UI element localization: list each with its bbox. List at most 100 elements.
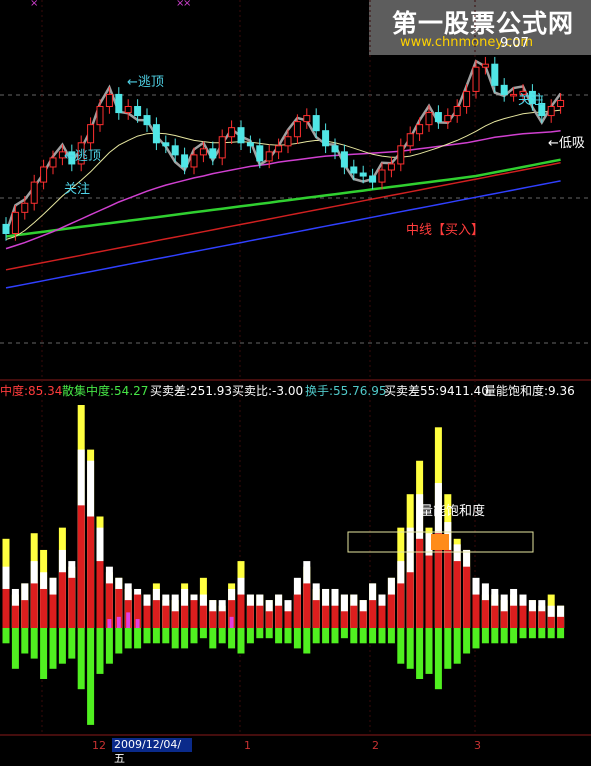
candle-body [171,145,179,156]
candle-body [463,90,471,108]
vol-red-bar [199,605,207,628]
vol-red-bar [453,561,461,628]
annotation-0: ←逃顶 [127,75,164,90]
axis-tick-12: 12 [92,739,106,752]
vol-magenta-bar [229,616,234,628]
vol-magenta-bar [126,612,131,628]
vol-red-bar [397,583,405,628]
candle-body [312,115,320,132]
vol-red-bar [96,561,104,628]
candle-body [87,124,95,144]
vol-green-bar [21,628,29,654]
vol-red-bar [237,594,245,628]
candle-body [134,106,142,117]
vol-red-bar [40,588,48,628]
candle-body [124,106,132,114]
candle-body [406,133,414,147]
annotation-2: 关注 [64,182,90,197]
vol-green-bar [510,628,518,644]
candle-body [303,115,311,123]
vol-green-bar [387,628,395,644]
vol-magenta-bar [116,616,121,628]
vol-red-bar [444,549,452,628]
vol-green-bar [134,628,142,649]
indicator-0: 中度:85.34 [0,384,63,398]
candle-body [472,66,480,92]
vol-green-bar [58,628,66,664]
vol-green-bar [237,628,245,654]
annotation-5: ←低吸 [548,136,585,151]
vol-green-bar [171,628,179,649]
vol-red-bar [49,594,57,628]
candle-body [209,148,217,159]
vol-green-bar [397,628,405,664]
vol-red-bar [378,605,386,628]
stock-chart-svg[interactable]: ←逃顶←逃顶关注关注9.07←低吸中线【买入】× ××量能饱和度 [0,0,591,753]
vol-green-bar [40,628,48,679]
axis-tick-1: 1 [244,739,251,752]
vol-green-bar [444,628,452,669]
candle-body [40,166,48,183]
vol-green-bar [228,628,236,649]
vol-red-bar [293,594,301,628]
indicator-4: 换手:55.76.95 [305,384,387,398]
vol-green-bar [406,628,414,669]
candle-body [152,124,160,144]
vol-red-bar [538,611,546,628]
candle-body [547,106,555,117]
vol-red-bar [162,605,170,628]
vol-green-bar [49,628,57,669]
vol-red-bar [152,600,160,628]
vol-red-bar [519,605,527,628]
candle-body [181,154,189,168]
vol-green-bar [2,628,10,644]
vol-red-bar [181,605,189,628]
candle-body [2,223,10,234]
candle-body [359,172,367,177]
vol-red-bar [256,605,264,628]
candle-body [265,151,273,162]
candle-body [105,93,113,108]
vol-red-bar [425,555,433,628]
vol-red-bar [11,605,19,628]
vol-green-bar [425,628,433,674]
vol-red-bar [312,600,320,628]
vol-magenta-bar [135,619,140,628]
indicator-1: 散集中度:54.27 [62,384,149,398]
vol-red-bar [77,505,85,628]
annotation-1: ←逃顶 [64,149,101,164]
top-marker-2: × [183,0,191,9]
vol-green-bar [434,628,442,690]
candle-body [256,145,264,162]
candle-body [444,115,452,123]
vol-red-bar [209,611,217,628]
annotation-layer: ←逃顶←逃顶关注关注9.07←低吸中线【买入】× ××量能饱和度 [30,0,585,519]
candle-body [284,136,292,147]
vol-red-bar [500,611,508,628]
candle-body [500,84,508,95]
candle-body [397,145,405,165]
vol-green-bar [11,628,19,669]
vol-green-bar [209,628,217,649]
vol-green-bar [528,628,536,639]
vol-red-bar [557,616,565,628]
vol-red-bar [87,516,95,628]
vol-green-bar [322,628,330,644]
candle-body [162,142,170,147]
vol-red-bar [387,594,395,628]
candle-body [369,175,377,183]
vol-green-bar [312,628,320,644]
candle-body [557,99,565,108]
vol-green-bar [115,628,123,654]
date-box: 2009/12/04/五 [112,738,192,765]
vol-red-bar [369,600,377,628]
vol-green-bar [68,628,76,659]
vol-green-bar [416,628,424,679]
vol-red-bar [481,600,489,628]
vol-red-bar [491,605,499,628]
vol-green-bar [30,628,38,659]
vol-green-bar [265,628,273,639]
indicator-6: 量能饱和度:9.36 [484,384,575,398]
vol-green-bar [199,628,207,639]
vol-green-bar [77,628,85,690]
